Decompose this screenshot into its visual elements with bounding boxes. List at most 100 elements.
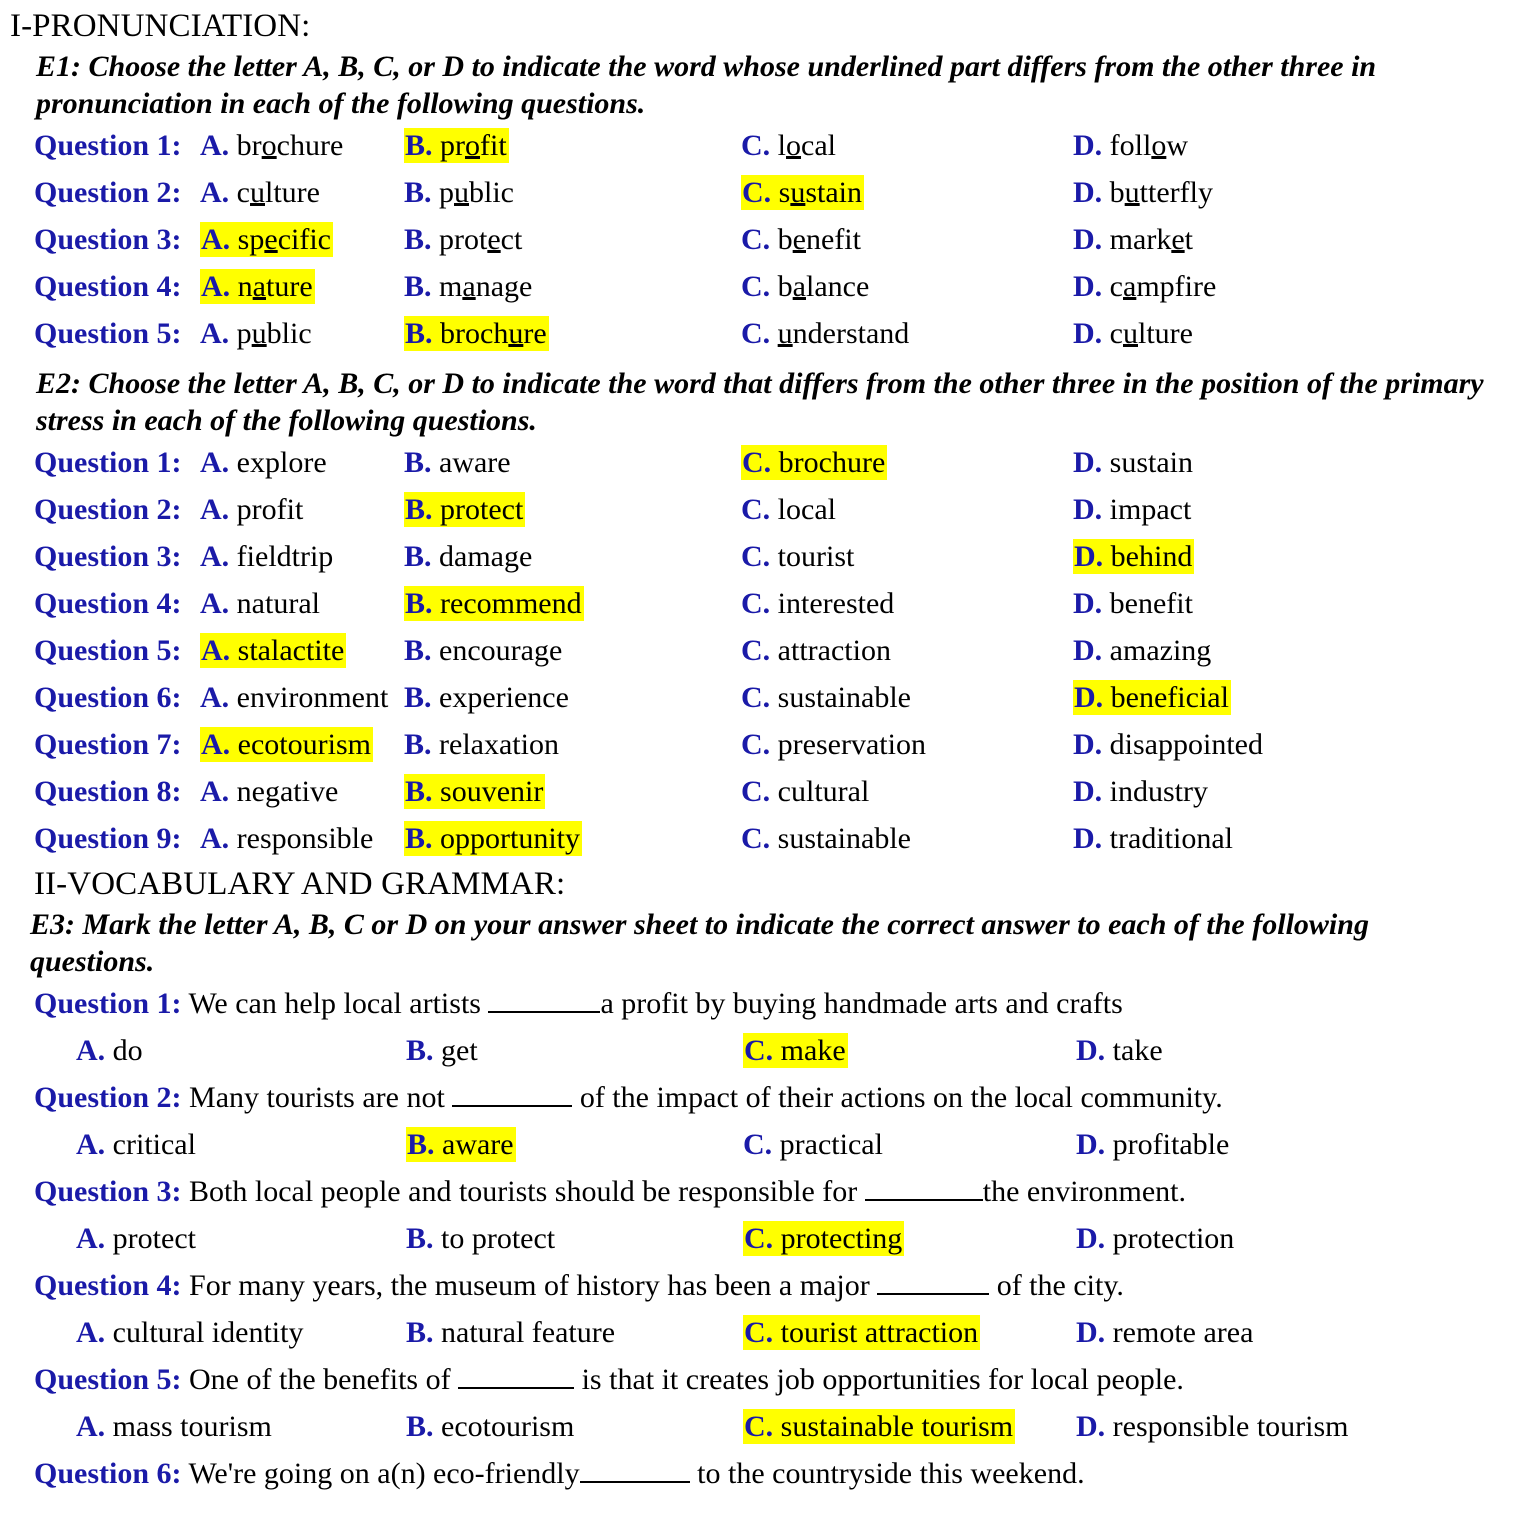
- option-c[interactable]: C. sustainable: [741, 815, 911, 862]
- option-a[interactable]: A. explore: [200, 439, 327, 486]
- option-b[interactable]: B. protect: [404, 216, 522, 263]
- option-letter: A.: [76, 1128, 106, 1161]
- option-c[interactable]: C. sustain: [741, 169, 865, 216]
- option-c[interactable]: C. interested: [741, 580, 894, 627]
- option-d[interactable]: D. amazing: [1073, 627, 1211, 674]
- answer-blank[interactable]: [452, 1105, 573, 1107]
- option-text: protection: [1112, 1222, 1235, 1255]
- answer-blank[interactable]: [458, 1387, 575, 1389]
- option-word: industry: [1109, 775, 1209, 808]
- option-d[interactable]: D. follow: [1073, 122, 1188, 169]
- option-a[interactable]: A. ecotourism: [200, 721, 373, 768]
- option-b[interactable]: B. protect: [404, 486, 526, 533]
- option-a[interactable]: A. responsible: [200, 815, 373, 862]
- option-a[interactable]: A. fieldtrip: [200, 533, 333, 580]
- option-b[interactable]: B. ecotourism: [406, 1403, 574, 1450]
- answer-blank[interactable]: [488, 1011, 601, 1013]
- option-d[interactable]: D. take: [1076, 1027, 1163, 1074]
- option-b[interactable]: B. manage: [404, 263, 532, 310]
- option-d[interactable]: D. butterfly: [1073, 169, 1213, 216]
- option-letter: A.: [76, 1222, 106, 1255]
- option-word: sustainable: [777, 681, 911, 714]
- option-c[interactable]: C. tourist: [741, 533, 854, 580]
- option-b[interactable]: B. encourage: [404, 627, 562, 674]
- option-d[interactable]: D. market: [1073, 216, 1193, 263]
- option-b[interactable]: B. relaxation: [404, 721, 559, 768]
- question-row: Question 2: A. culture B. public C. sust…: [10, 169, 1510, 216]
- option-a[interactable]: A. protect: [76, 1215, 196, 1262]
- option-d[interactable]: D. disappointed: [1073, 721, 1263, 768]
- option-a[interactable]: A. culture: [200, 169, 320, 216]
- option-letter: B.: [405, 317, 433, 350]
- option-c[interactable]: C. cultural: [741, 768, 869, 815]
- option-d[interactable]: D. culture: [1073, 310, 1193, 357]
- option-d[interactable]: D. responsible tourism: [1076, 1403, 1348, 1450]
- option-letter: D.: [1073, 587, 1103, 620]
- option-c[interactable]: C. preservation: [741, 721, 926, 768]
- option-b[interactable]: B. public: [404, 169, 514, 216]
- option-d[interactable]: D. traditional: [1073, 815, 1233, 862]
- answer-blank[interactable]: [579, 1481, 690, 1483]
- option-a[interactable]: A. profit: [200, 486, 303, 533]
- exercise-e2-instruction: E2: Choose the letter A, B, C, or D to i…: [36, 367, 1484, 437]
- option-letter: A.: [200, 129, 230, 162]
- option-a[interactable]: A. stalactite: [200, 627, 347, 674]
- option-b[interactable]: B. brochure: [404, 310, 549, 357]
- option-d[interactable]: D. campfire: [1073, 263, 1216, 310]
- option-letter: C.: [742, 446, 772, 479]
- option-b[interactable]: B. damage: [404, 533, 532, 580]
- option-a[interactable]: A. cultural identity: [76, 1309, 303, 1356]
- option-b[interactable]: B. aware: [406, 1121, 516, 1168]
- option-a[interactable]: A. public: [200, 310, 312, 357]
- question-label: Question 3:: [34, 1175, 182, 1208]
- option-a[interactable]: A. critical: [76, 1121, 196, 1168]
- option-c[interactable]: C. make: [743, 1027, 848, 1074]
- answer-blank[interactable]: [864, 1199, 983, 1201]
- option-b[interactable]: B. experience: [404, 674, 569, 721]
- option-b[interactable]: B. natural feature: [406, 1309, 615, 1356]
- option-b[interactable]: B. recommend: [404, 580, 584, 627]
- option-d[interactable]: D. remote area: [1076, 1309, 1253, 1356]
- option-c[interactable]: C. sustainable tourism: [743, 1403, 1016, 1450]
- section-heading-pronunciation: I-PRONUNCIATION:: [10, 8, 311, 44]
- option-b[interactable]: B. opportunity: [404, 815, 583, 862]
- option-d[interactable]: D. profitable: [1076, 1121, 1229, 1168]
- option-a[interactable]: A. specific: [200, 216, 333, 263]
- option-d[interactable]: D. sustain: [1073, 439, 1193, 486]
- option-a[interactable]: A. negative: [200, 768, 338, 815]
- option-d[interactable]: D. benefit: [1073, 580, 1193, 627]
- option-c[interactable]: C. brochure: [741, 439, 888, 486]
- option-text: take: [1112, 1034, 1163, 1067]
- option-d[interactable]: D. impact: [1073, 486, 1191, 533]
- option-d[interactable]: D. behind: [1073, 533, 1195, 580]
- option-c[interactable]: C. benefit: [741, 216, 861, 263]
- option-c[interactable]: C. tourist attraction: [743, 1309, 981, 1356]
- option-c[interactable]: C. balance: [741, 263, 869, 310]
- option-b[interactable]: B. souvenir: [404, 768, 546, 815]
- option-a[interactable]: A. nature: [200, 263, 315, 310]
- option-b[interactable]: B. aware: [404, 439, 511, 486]
- option-b[interactable]: B. get: [406, 1027, 478, 1074]
- exercise-e3-questions: Question 1: We can help local artists a …: [10, 980, 1510, 1497]
- answer-blank[interactable]: [877, 1293, 990, 1295]
- option-a[interactable]: A. mass tourism: [76, 1403, 272, 1450]
- option-c[interactable]: C. local: [741, 122, 836, 169]
- option-c[interactable]: C. local: [741, 486, 836, 533]
- option-c[interactable]: C. protecting: [743, 1215, 905, 1262]
- option-c[interactable]: C. attraction: [741, 627, 891, 674]
- option-a[interactable]: A. natural: [200, 580, 320, 627]
- option-a[interactable]: A. do: [76, 1027, 143, 1074]
- option-a[interactable]: A. environment: [200, 674, 388, 721]
- option-b[interactable]: B. to protect: [406, 1215, 555, 1262]
- option-row: A. cultural identity B. natural feature …: [10, 1309, 1510, 1356]
- option-b[interactable]: B. profit: [404, 122, 509, 169]
- option-d[interactable]: D. beneficial: [1073, 674, 1231, 721]
- option-d[interactable]: D. protection: [1076, 1215, 1234, 1262]
- option-c[interactable]: C. sustainable: [741, 674, 911, 721]
- option-d[interactable]: D. industry: [1073, 768, 1208, 815]
- option-a[interactable]: A. brochure: [200, 122, 343, 169]
- option-c[interactable]: C. understand: [741, 310, 909, 357]
- option-c[interactable]: C. practical: [743, 1121, 883, 1168]
- option-word: natural: [236, 587, 320, 620]
- question-row: Question 7: A. ecotourism B. relaxation …: [10, 721, 1510, 768]
